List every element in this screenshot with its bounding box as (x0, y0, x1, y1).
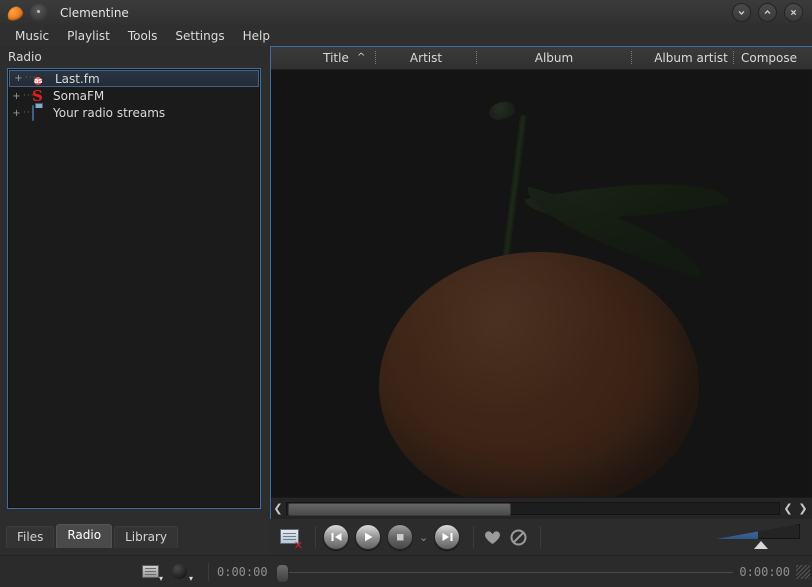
menu-music[interactable]: Music (6, 27, 58, 45)
close-button[interactable] (784, 3, 803, 22)
sidebar-item-somafm[interactable]: + ··· S SomaFM (8, 88, 260, 104)
volume-fill (716, 524, 758, 539)
previous-icon (331, 533, 341, 541)
track-position-slider[interactable] (274, 562, 734, 583)
slider-track (287, 571, 734, 573)
time-total: 0:00:00 (739, 564, 790, 579)
chevron-left-icon[interactable]: ❮ (271, 502, 285, 515)
playlist-header: Title ^ Artist Album Album artist Compos… (271, 47, 812, 70)
volume-slider[interactable] (716, 522, 800, 552)
window-controls (732, 3, 812, 22)
sidebar-item-label: SomaFM (53, 89, 105, 103)
tree-guide: ··· (23, 107, 35, 118)
clear-playlist-button[interactable]: ✕ (278, 526, 303, 552)
document-icon (30, 3, 48, 22)
stop-options-button[interactable]: ⌄ (419, 531, 428, 544)
column-header-album[interactable]: Album (509, 47, 599, 69)
lastfm-icon-glyph: as (34, 76, 42, 85)
time-elapsed: 0:00:00 (217, 564, 268, 579)
volume-track (716, 524, 800, 539)
slider-handle[interactable] (275, 563, 289, 583)
tree-guide: ··· (23, 90, 35, 101)
shuffle-icon (172, 563, 187, 579)
column-header-composer[interactable]: Compose (741, 47, 812, 69)
ban-button[interactable] (507, 526, 529, 548)
menu-settings[interactable]: Settings (166, 27, 233, 45)
next-icon (442, 533, 453, 541)
next-track-button[interactable] (434, 524, 461, 550)
sidebar-panel-title: Radio (8, 50, 42, 64)
heart-icon (484, 530, 500, 544)
stop-icon (397, 534, 404, 541)
sort-ascending-icon[interactable]: ^ (357, 47, 365, 69)
menu-help[interactable]: Help (234, 27, 279, 45)
play-button[interactable] (355, 524, 381, 550)
stop-button[interactable] (387, 524, 413, 550)
column-header-artist[interactable]: Artist (381, 47, 471, 69)
close-icon: ✕ (293, 539, 303, 552)
expand-icon[interactable]: + (12, 108, 21, 118)
column-header-album-artist[interactable]: Album artist (637, 47, 745, 69)
expand-icon[interactable]: + (12, 91, 21, 101)
tab-radio[interactable]: Radio (56, 524, 113, 548)
clementine-window: Clementine Music Playlist Tools Settings… (0, 0, 812, 587)
menu-playlist[interactable]: Playlist (58, 27, 119, 45)
toolbar-divider (315, 526, 316, 548)
playlist-body[interactable] (271, 70, 811, 498)
somafm-icon: S (32, 89, 48, 104)
clementine-icon (4, 4, 26, 22)
sidebar-item-lastfm[interactable]: + ··· as Last.fm (9, 70, 259, 87)
expand-icon[interactable]: + (14, 74, 23, 84)
column-separator[interactable] (631, 51, 632, 65)
ban-icon (510, 529, 527, 545)
lastfm-icon: as (34, 72, 50, 86)
previous-track-button[interactable] (323, 524, 349, 550)
menu-bar: Music Playlist Tools Settings Help (0, 25, 812, 46)
title-bar: Clementine (0, 0, 812, 26)
repeat-mode-button[interactable]: ▾ (140, 562, 164, 582)
chevron-down-icon: ▾ (158, 573, 163, 583)
playlist-horizontal-scrollbar[interactable]: ❮ ❮ ❯ (271, 497, 812, 519)
repeat-icon (142, 564, 159, 578)
tab-files[interactable]: Files (6, 526, 55, 548)
scroll-arrow-pair: ❮ ❯ (781, 502, 812, 515)
status-bar: ▾ ▾ 0:00:00 0:00:00 (0, 555, 812, 587)
playlist-panel: Title ^ Artist Album Album artist Compos… (270, 46, 812, 519)
menu-tools[interactable]: Tools (119, 27, 167, 45)
shuffle-mode-button[interactable]: ▾ (170, 562, 194, 582)
column-separator[interactable] (733, 51, 734, 65)
scrollbar-track[interactable] (286, 502, 780, 516)
tab-library[interactable]: Library (114, 526, 179, 548)
sidebar-item-label: Your radio streams (53, 106, 166, 120)
play-icon (365, 532, 373, 542)
clementine-watermark (319, 70, 769, 498)
column-separator[interactable] (476, 51, 477, 65)
transport-bar: ✕ ⌄ (270, 519, 812, 555)
radio-streams-icon (32, 105, 48, 121)
window-title: Clementine (60, 5, 129, 20)
sidebar-tab-bar: Files Radio Library (0, 521, 276, 548)
sidebar-item-label: Last.fm (55, 71, 100, 86)
chevron-left-icon[interactable]: ❮ (781, 502, 795, 515)
toolbar-divider (540, 526, 542, 548)
sidebar-item-your-radio-streams[interactable]: + ··· Your radio streams (8, 105, 260, 121)
chevron-down-icon: ▾ (188, 573, 193, 583)
maximize-button[interactable] (758, 3, 777, 22)
toolbar-divider (473, 526, 475, 548)
tree-guide: ··· (25, 73, 37, 83)
radio-service-tree[interactable]: + ··· as Last.fm + ··· S SomaFM + ··· Yo… (7, 68, 261, 509)
volume-handle[interactable] (754, 541, 768, 549)
resize-grip-icon[interactable] (796, 564, 810, 579)
love-button[interactable] (481, 526, 503, 548)
column-separator[interactable] (375, 51, 376, 65)
minimize-button[interactable] (732, 3, 751, 22)
status-divider (208, 562, 209, 581)
sidebar: Radio + ··· as Last.fm + ··· S SomaFM + (0, 46, 270, 519)
chevron-right-icon[interactable]: ❯ (796, 502, 810, 515)
scrollbar-thumb[interactable] (288, 503, 512, 516)
